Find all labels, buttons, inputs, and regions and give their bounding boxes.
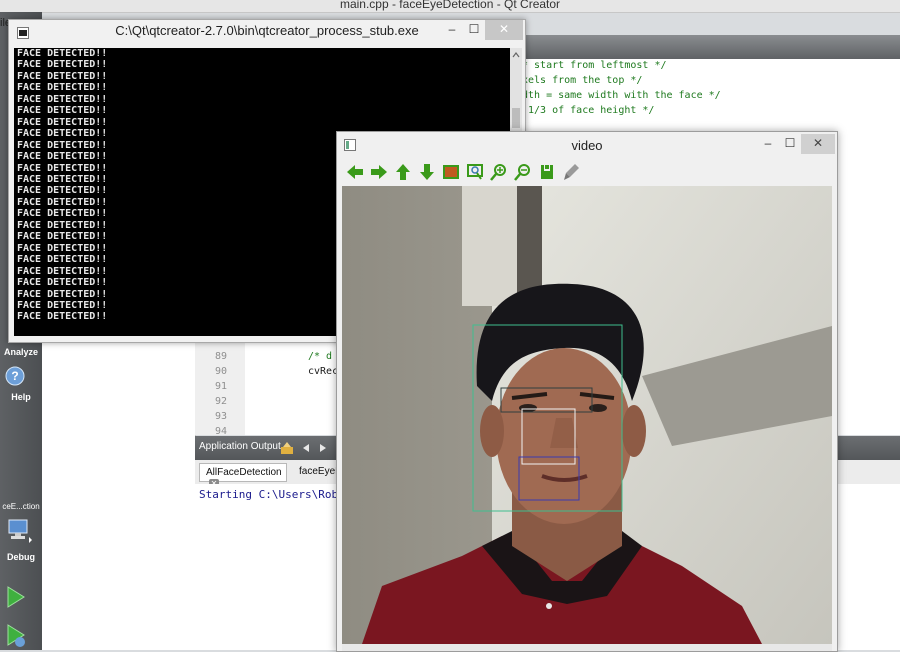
- console-line: FACE DETECTED!!: [17, 196, 108, 208]
- video-window[interactable]: video – ☐ ✕: [336, 131, 838, 652]
- console-line: FACE DETECTED!!: [17, 242, 108, 254]
- code-comment-line: 1/3 of face height */: [522, 105, 655, 116]
- video-frame[interactable]: [342, 186, 832, 644]
- line-number: 90: [214, 366, 227, 377]
- code-line: cvRec: [308, 366, 339, 377]
- svg-text:?: ?: [11, 369, 18, 383]
- console-line: FACE DETECTED!!: [17, 219, 108, 231]
- minimize-button[interactable]: –: [441, 20, 463, 40]
- webcam-image: [342, 186, 832, 644]
- console-line: FACE DETECTED!!: [17, 277, 108, 289]
- line-number: 91: [214, 381, 227, 392]
- scrollbar-thumb[interactable]: [512, 108, 520, 128]
- console-line: FACE DETECTED!!: [17, 208, 108, 220]
- zoom-out-icon[interactable]: [513, 162, 533, 182]
- console-line: FACE DETECTED!!: [17, 151, 108, 163]
- debug-run-icon[interactable]: [5, 622, 27, 648]
- tab-allfacedetection[interactable]: AllFaceDetection ✕: [199, 463, 287, 489]
- close-button[interactable]: ✕: [485, 20, 523, 40]
- close-button[interactable]: ✕: [801, 134, 835, 154]
- line-number: 92: [214, 396, 227, 407]
- sidebar-project-name[interactable]: ceE...ction: [0, 502, 42, 511]
- tab-label: AllFaceDetection: [206, 467, 282, 478]
- console-line: FACE DETECTED!!: [17, 173, 108, 185]
- console-line: FACE DETECTED!!: [17, 70, 108, 82]
- arrow-left-icon[interactable]: [345, 162, 365, 182]
- arrow-up-icon[interactable]: [393, 162, 413, 182]
- console-line: FACE DETECTED!!: [17, 231, 108, 243]
- sidebar-item-help[interactable]: Help: [0, 392, 42, 402]
- arrow-right-icon[interactable]: [318, 443, 328, 453]
- code-comment-line: dth = same width with the face */: [522, 90, 721, 101]
- console-line: FACE DETECTED!!: [17, 139, 108, 151]
- code-comment-line: * start from leftmost */: [522, 60, 667, 71]
- properties-icon[interactable]: [561, 162, 581, 182]
- console-line: FACE DETECTED!!: [17, 288, 108, 300]
- line-number: 93: [214, 411, 227, 422]
- console-line: FACE DETECTED!!: [17, 299, 108, 311]
- console-lines: FACE DETECTED!! FACE DETECTED!! FACE DETEC…: [17, 48, 107, 323]
- zoom-in-icon[interactable]: [489, 162, 509, 182]
- clear-output-icon[interactable]: [280, 442, 294, 455]
- arrow-right-icon[interactable]: [369, 162, 389, 182]
- sidebar-item-analyze[interactable]: Analyze: [0, 347, 42, 357]
- application-output-label: Application Output: [199, 441, 281, 452]
- console-line: FACE DETECTED!!: [17, 59, 108, 71]
- maximize-button[interactable]: ☐: [463, 20, 485, 40]
- projects-pane[interactable]: [42, 340, 196, 650]
- arrow-down-icon[interactable]: [417, 162, 437, 182]
- console-line: FACE DETECTED!!: [17, 105, 108, 117]
- console-line: FACE DETECTED!!: [17, 185, 108, 197]
- image-icon[interactable]: [441, 162, 461, 182]
- maximize-button[interactable]: ☐: [779, 134, 801, 154]
- editor-toolbar: [520, 35, 900, 59]
- computer-icon[interactable]: [6, 517, 32, 543]
- console-line: FACE DETECTED!!: [17, 128, 108, 140]
- minimize-button[interactable]: –: [757, 134, 779, 154]
- help-icon[interactable]: ?: [5, 365, 25, 387]
- line-number-gutter: 89 90 91 92 93 94: [195, 335, 245, 437]
- console-line: FACE DETECTED!!: [17, 162, 108, 174]
- sidebar-item-debug[interactable]: Debug: [0, 552, 42, 562]
- video-toolbar: [341, 160, 831, 186]
- qt-window-title: main.cpp - faceEyeDetection - Qt Creator: [339, 0, 561, 11]
- console-line: FACE DETECTED!!: [17, 311, 108, 323]
- console-line: FACE DETECTED!!: [17, 254, 108, 266]
- code-comment-line: xels from the top */: [522, 75, 643, 86]
- arrow-left-icon[interactable]: [301, 443, 311, 453]
- save-icon[interactable]: [537, 162, 557, 182]
- line-number: 89: [214, 351, 227, 362]
- code-comment-line: /* d: [308, 351, 333, 362]
- console-line: FACE DETECTED!!: [17, 82, 108, 94]
- scroll-up-icon[interactable]: [510, 49, 522, 61]
- console-line: FACE DETECTED!!: [17, 116, 108, 128]
- run-icon[interactable]: [5, 584, 27, 610]
- console-line: FACE DETECTED!!: [17, 265, 108, 277]
- output-text: Starting C:\Users\Robe: [199, 488, 345, 501]
- zoom-fit-icon[interactable]: [465, 162, 485, 182]
- console-line: FACE DETECTED!!: [17, 93, 108, 105]
- console-line: FACE DETECTED!!: [17, 48, 108, 59]
- qt-title-bar: main.cpp - faceEyeDetection - Qt Creator: [0, 0, 900, 13]
